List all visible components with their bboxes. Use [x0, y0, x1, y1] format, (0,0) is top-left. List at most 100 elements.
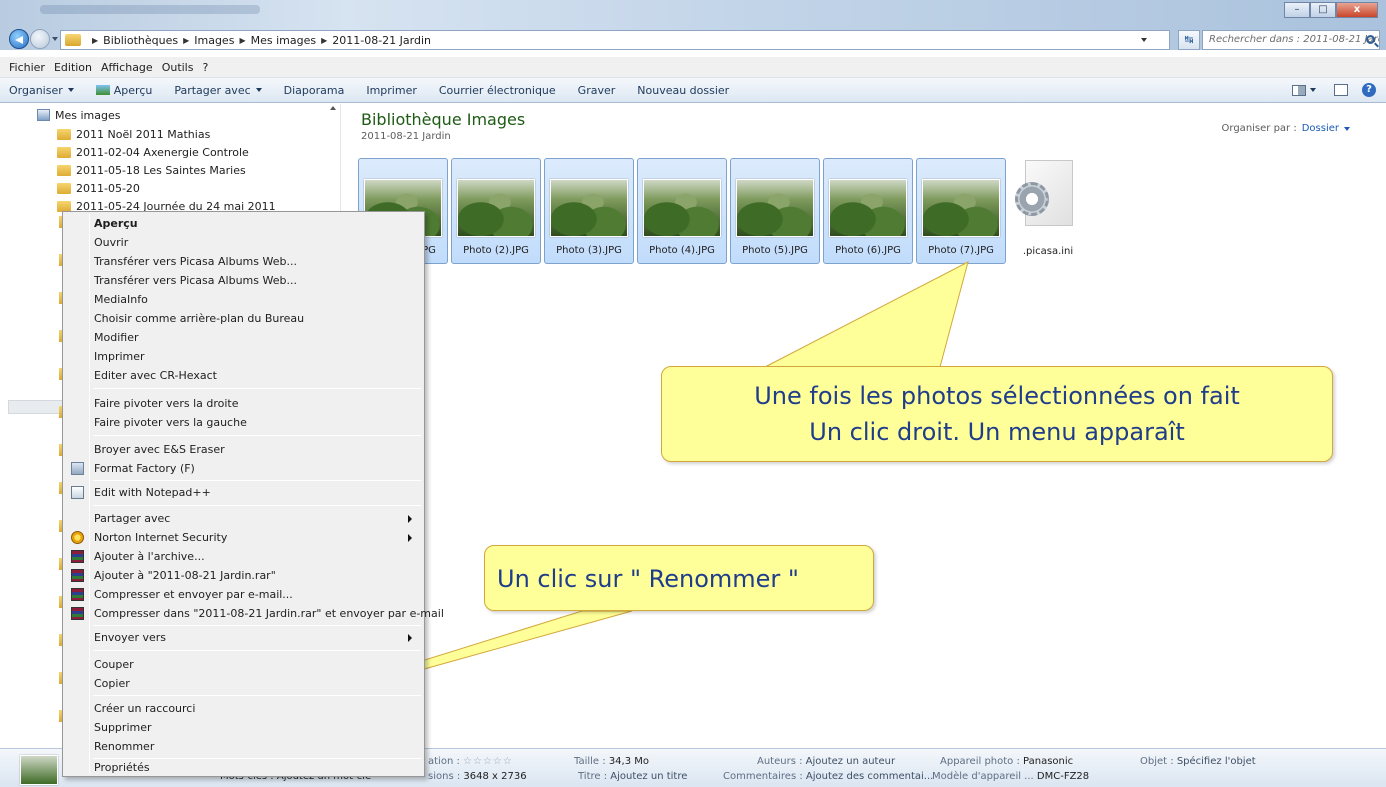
menu-item-rotate-left[interactable]: Faire pivoter vers la gauche	[65, 413, 422, 432]
chevron-down-icon[interactable]	[1344, 126, 1350, 131]
menu-item-format-factory[interactable]: Format Factory (F)	[65, 459, 422, 478]
menu-item-add-rar[interactable]: Ajouter à "2011-08-21 Jardin.rar"	[65, 566, 422, 585]
menu-item-delete[interactable]: Supprimer	[65, 718, 422, 737]
partager-button[interactable]: Partager avec	[174, 84, 262, 97]
menu-fichier[interactable]: Fichier	[9, 61, 45, 74]
breadcrumb-images[interactable]: Images	[194, 34, 234, 47]
back-arrow-icon[interactable]	[9, 29, 29, 49]
menu-item-picasa[interactable]: Transférer vers Picasa Albums Web...	[65, 271, 422, 290]
breadcrumb-jardin[interactable]: 2011-08-21 Jardin	[332, 34, 431, 47]
subject-field[interactable]: Objet : Spécifiez l'objet	[1140, 756, 1256, 767]
title-value[interactable]: Ajoutez un titre	[610, 771, 687, 782]
organiser-button[interactable]: Organiser	[9, 84, 74, 97]
file-item[interactable]: Photo (2).JPG	[451, 158, 541, 264]
callout-pointer-first	[764, 261, 969, 368]
menu-item-norton[interactable]: Norton Internet Security	[65, 528, 422, 547]
views-icon[interactable]	[1292, 84, 1306, 96]
camera-maker-value[interactable]: Panasonic	[1023, 756, 1073, 767]
maximize-button[interactable]: □	[1310, 2, 1336, 18]
file-item[interactable]: Photo (5).JPG	[730, 158, 820, 264]
menu-item-set-wallpaper[interactable]: Choisir comme arrière-plan du Bureau	[65, 309, 422, 328]
window-title	[40, 5, 260, 14]
winrar-icon	[71, 607, 84, 620]
camera-model-value[interactable]: DMC-FZ28	[1037, 771, 1089, 782]
menu-item-eraser[interactable]: Broyer avec E&S Eraser	[65, 440, 422, 459]
recent-pages-chevron-icon[interactable]	[52, 37, 58, 41]
chevron-down-icon[interactable]	[1310, 88, 1316, 92]
breadcrumb-mes-images[interactable]: Mes images	[251, 34, 316, 47]
menu-item-add-archive[interactable]: Ajouter à l'archive...	[65, 547, 422, 566]
file-item[interactable]: Photo (7).JPG	[916, 158, 1006, 264]
scroll-up-arrow-icon[interactable]	[330, 106, 336, 110]
camera-model-field[interactable]: Modèle d'appareil ... DMC-FZ28	[932, 771, 1089, 782]
menu-item-rotate-right[interactable]: Faire pivoter vers la droite	[65, 394, 422, 413]
menu-item-notepad[interactable]: Edit with Notepad++	[65, 483, 422, 502]
file-item[interactable]: Photo (4).JPG	[637, 158, 727, 264]
menu-item-modifier[interactable]: Modifier	[65, 328, 422, 347]
search-input[interactable]: Rechercher dans : 2011-08-21 Jardin	[1202, 30, 1380, 50]
refresh-button[interactable]: ↹	[1178, 30, 1200, 50]
comments-field[interactable]: Commentaires : Ajoutez des commentai...	[723, 771, 933, 782]
breadcrumb-bibliotheques[interactable]: Bibliothèques	[103, 34, 178, 47]
breadcrumb-separator-icon[interactable]: ▶	[321, 36, 327, 45]
menu-item-compress-rar-email[interactable]: Compresser dans "2011-08-21 Jardin.rar" …	[65, 604, 444, 623]
file-item[interactable]: Photo (3).JPG	[544, 158, 634, 264]
menu-item-hexact[interactable]: Editer avec CR-Hexact	[65, 366, 422, 385]
menu-item-ouvrir[interactable]: Ouvrir	[65, 233, 422, 252]
breadcrumb-separator-icon[interactable]: ▶	[183, 36, 189, 45]
menu-item-create-shortcut[interactable]: Créer un raccourci	[65, 699, 422, 718]
preview-pane-icon[interactable]	[1334, 84, 1348, 96]
arrange-by-dropdown[interactable]: Dossier	[1302, 123, 1339, 134]
address-bar[interactable]: ▶ Bibliothèques ▶ Images ▶ Mes images ▶ …	[60, 30, 1170, 50]
breadcrumb-separator-icon[interactable]: ▶	[239, 36, 245, 45]
menu-item-mediainfo[interactable]: MediaInfo	[65, 290, 422, 309]
star-rating-icon[interactable]: ☆☆☆☆☆	[463, 756, 513, 767]
menu-help[interactable]: ?	[202, 61, 208, 74]
tree-item-mes-images[interactable]: Mes images	[37, 106, 120, 124]
help-icon[interactable]: ?	[1362, 83, 1376, 97]
tree-item-folder[interactable]: 2011-02-04 Axenergie Controle	[57, 143, 249, 161]
tree-item-folder[interactable]: 2011 Noël 2011 Mathias	[57, 125, 210, 143]
rating-field[interactable]: ation : ☆☆☆☆☆	[428, 756, 513, 767]
file-item[interactable]: .picasa.ini	[1015, 160, 1095, 266]
dimensions-field: sions : 3648 x 2736	[428, 771, 527, 782]
menu-item-copy[interactable]: Copier	[65, 674, 422, 693]
nav-scroll-track[interactable]	[8, 400, 64, 414]
diaporama-button[interactable]: Diaporama	[284, 84, 345, 97]
menu-item-properties[interactable]: Propriétés	[65, 758, 422, 777]
address-dropdown-chevron-icon[interactable]	[1141, 38, 1147, 42]
menu-item-partager[interactable]: Partager avec	[65, 509, 422, 528]
search-icon[interactable]	[1366, 35, 1375, 44]
menu-edition[interactable]: Edition	[54, 61, 92, 74]
graver-button[interactable]: Graver	[578, 84, 616, 97]
menu-item-send-to[interactable]: Envoyer vers	[65, 628, 422, 647]
close-button[interactable]: x	[1336, 2, 1378, 18]
authors-field[interactable]: Auteurs : Ajoutez un auteur	[757, 756, 895, 767]
title-field[interactable]: Titre : Ajoutez un titre	[578, 771, 687, 782]
tree-item-folder[interactable]: 2011-05-18 Les Saintes Maries	[57, 161, 246, 179]
breadcrumb-separator-icon[interactable]: ▶	[92, 36, 98, 45]
subject-value[interactable]: Spécifiez l'objet	[1177, 756, 1256, 767]
winrar-icon	[71, 588, 84, 601]
menu-item-imprimer[interactable]: Imprimer	[65, 347, 422, 366]
menu-affichage[interactable]: Affichage	[101, 61, 153, 74]
forward-arrow-icon[interactable]	[30, 29, 50, 49]
apercu-button[interactable]: Aperçu	[95, 84, 152, 97]
imprimer-button[interactable]: Imprimer	[366, 84, 417, 97]
menu-item-apercu[interactable]: Aperçu	[65, 214, 422, 233]
submenu-arrow-icon	[408, 515, 412, 523]
tree-item-folder[interactable]: 2011-05-20	[57, 179, 140, 197]
camera-model-label: Modèle d'appareil ...	[932, 771, 1034, 782]
comments-value[interactable]: Ajoutez des commentai...	[806, 771, 933, 782]
menu-item-rename[interactable]: Renommer	[65, 737, 422, 756]
menu-item-compress-email[interactable]: Compresser et envoyer par e-mail...	[65, 585, 422, 604]
menu-item-cut[interactable]: Couper	[65, 655, 422, 674]
nouveau-dossier-button[interactable]: Nouveau dossier	[637, 84, 729, 97]
authors-value[interactable]: Ajoutez un auteur	[806, 756, 895, 767]
minimize-button[interactable]: –	[1284, 2, 1310, 18]
file-item[interactable]: Photo (6).JPG	[823, 158, 913, 264]
menu-outils[interactable]: Outils	[162, 61, 194, 74]
courrier-button[interactable]: Courrier électronique	[439, 84, 556, 97]
camera-maker-field[interactable]: Appareil photo : Panasonic	[940, 756, 1073, 767]
menu-item-picasa[interactable]: Transférer vers Picasa Albums Web...	[65, 252, 422, 271]
